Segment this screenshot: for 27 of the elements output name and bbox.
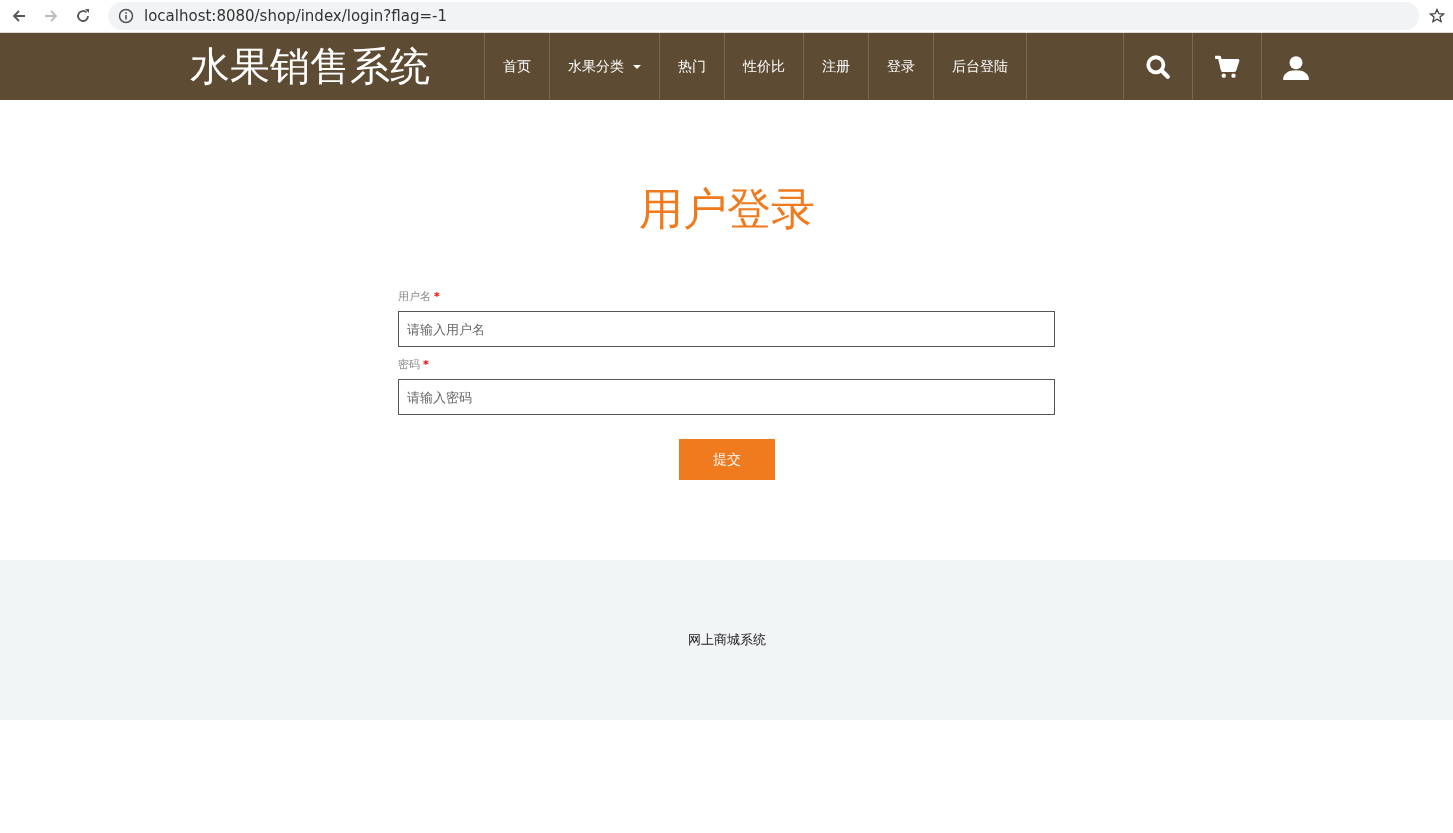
nav-link[interactable]: 热门 — [660, 33, 725, 100]
site-logo[interactable]: 水果销售系统 — [190, 33, 484, 100]
nav-link[interactable]: 登录 — [869, 33, 934, 100]
page-title: 用户登录 — [638, 182, 815, 236]
input-field[interactable]: 请输入用户名 — [398, 311, 1055, 347]
field-label: 密码 — [398, 358, 420, 371]
required-mark: * — [423, 358, 429, 371]
input-field[interactable]: 请输入密码 — [398, 379, 1055, 415]
field-label: 用户名 — [398, 290, 431, 303]
forward-arrow-icon — [43, 8, 59, 24]
reload-icon — [75, 8, 91, 24]
nav-link[interactable]: 后台登陆 — [934, 33, 1027, 100]
footer-text: 网上商城系统 — [687, 631, 766, 649]
nav-link[interactable]: 性价比 — [725, 33, 804, 100]
user-icon — [1283, 53, 1309, 80]
url-text: localhost:8080/shop/index/login?flag=-1 — [144, 7, 447, 25]
search-icon — [1145, 53, 1171, 80]
bookmark-star-icon — [1429, 8, 1445, 24]
nav-link[interactable]: 注册 — [804, 33, 869, 100]
shopping-cart-icon — [1214, 53, 1240, 80]
caret-icon — [633, 64, 641, 69]
back-arrow-icon — [11, 8, 27, 24]
info-icon — [118, 8, 134, 24]
nav-link[interactable]: 首页 — [485, 33, 550, 100]
nav-link[interactable]: 水果分类 — [550, 33, 660, 100]
address-bar[interactable]: localhost:8080/shop/index/login?flag=-1 — [108, 2, 1419, 30]
required-mark: * — [434, 290, 440, 303]
